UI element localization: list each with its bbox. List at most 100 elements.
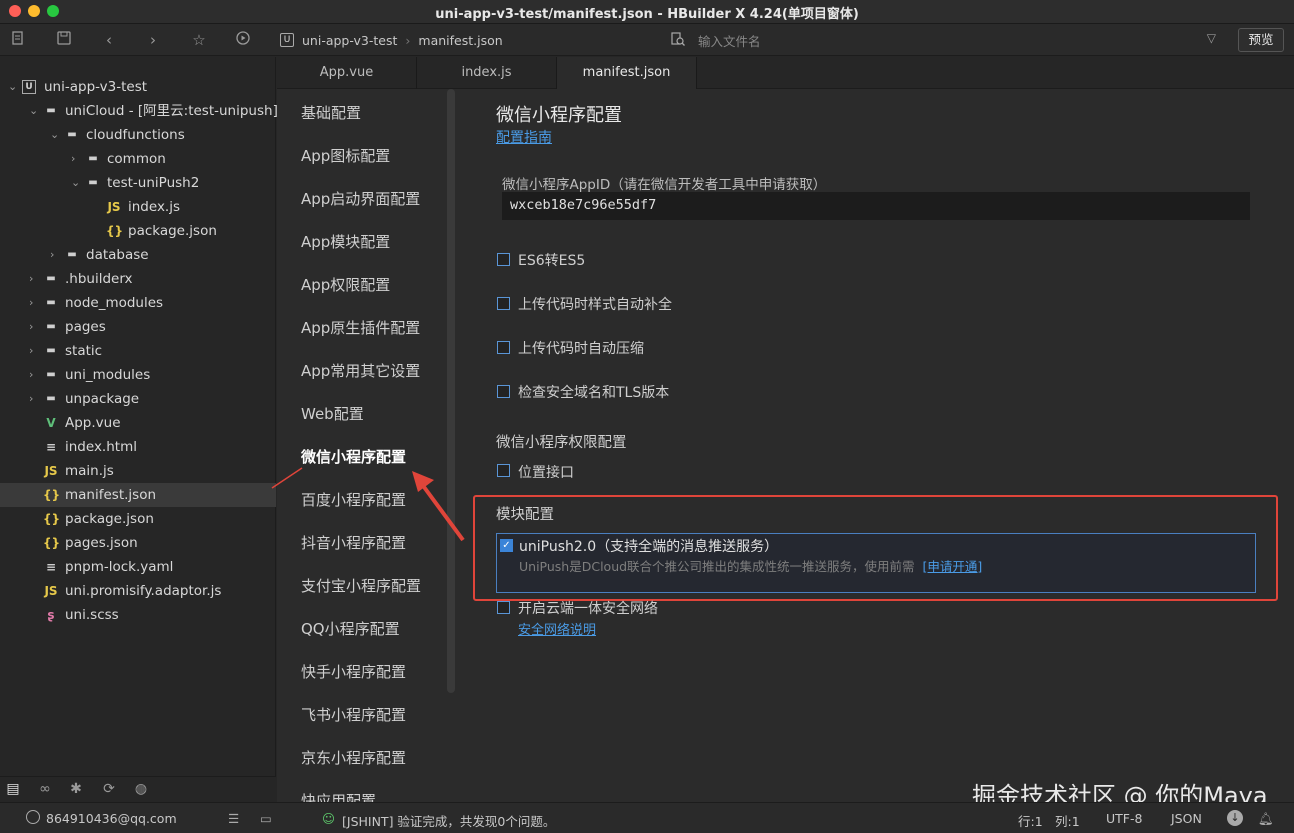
nav-item[interactable]: App常用其它设置: [301, 360, 420, 381]
chevron-right-icon[interactable]: ›: [50, 243, 60, 267]
check-domain-tls-checkbox[interactable]: [497, 385, 510, 398]
chevron-down-icon[interactable]: ⌄: [50, 123, 60, 147]
unipush-option[interactable]: ✓ uniPush2.0（支持全端的消息推送服务） UniPush是DCloud…: [496, 533, 1256, 593]
folder-icon: ▬: [46, 105, 56, 116]
tree-item[interactable]: {} manifest.json: [0, 483, 276, 507]
bug-icon[interactable]: ✱: [67, 780, 85, 798]
tree-item[interactable]: › ▬ database: [0, 243, 276, 267]
chevron-right-icon[interactable]: ›: [71, 147, 81, 171]
tree-item[interactable]: JS main.js: [0, 459, 276, 483]
tree-item[interactable]: {} package.json: [0, 507, 276, 531]
nav-item[interactable]: 基础配置: [301, 102, 361, 123]
secure-network-checkbox[interactable]: [497, 601, 510, 614]
es6-to-es5-checkbox[interactable]: [497, 253, 510, 266]
forward-icon[interactable]: ›: [143, 30, 163, 50]
tree-item[interactable]: ⌄ ▬ cloudfunctions: [0, 123, 276, 147]
preview-button[interactable]: 预览: [1238, 28, 1284, 52]
tree-item[interactable]: ≡ pnpm-lock.yaml: [0, 555, 276, 579]
back-icon[interactable]: ‹: [99, 30, 119, 50]
cursor-column[interactable]: 列:1: [1055, 811, 1080, 830]
tab-app-vue[interactable]: App.vue: [277, 57, 417, 89]
unipush-apply-link[interactable]: [申请开通]: [923, 559, 983, 574]
run-icon[interactable]: [233, 30, 253, 50]
chevron-right-icon[interactable]: ›: [29, 291, 39, 315]
tree-item[interactable]: › ▬ static: [0, 339, 276, 363]
tree-item-label: static: [65, 343, 103, 359]
encoding[interactable]: UTF-8: [1106, 811, 1142, 826]
tree-item[interactable]: ⌄ ▬ uniCloud - [阿里云:test-unipush]: [0, 99, 278, 123]
tree-item[interactable]: {} pages.json: [0, 531, 276, 555]
nav-item[interactable]: 京东小程序配置: [301, 747, 406, 768]
tree-item[interactable]: › ▬ unpackage: [0, 387, 276, 411]
breadcrumb-project[interactable]: uni-app-v3-test: [302, 33, 397, 48]
nav-item[interactable]: 快手小程序配置: [301, 661, 406, 682]
chevron-right-icon[interactable]: ›: [29, 339, 39, 363]
tree-item[interactable]: › ▬ uni_modules: [0, 363, 276, 387]
nav-item[interactable]: App启动界面配置: [301, 188, 420, 209]
notification-bell-icon[interactable]: 🔔︎: [1258, 811, 1274, 827]
nav-item[interactable]: QQ小程序配置: [301, 618, 400, 639]
unipush-description-text: UniPush是DCloud联合个推公司推出的集成性统一推送服务，使用前需: [519, 559, 915, 574]
nav-scrollbar[interactable]: [447, 89, 455, 693]
account-email[interactable]: 864910436@qq.com: [46, 811, 177, 826]
tree-item[interactable]: ⌄ ▬ test-uniPush2: [0, 171, 276, 195]
secure-network-link[interactable]: 安全网络说明: [518, 619, 596, 638]
nav-item[interactable]: App图标配置: [301, 145, 390, 166]
tree-item[interactable]: › ▬ .hbuilderx: [0, 267, 276, 291]
nav-item[interactable]: Web配置: [301, 403, 364, 424]
auto-minify-checkbox[interactable]: [497, 341, 510, 354]
nav-item[interactable]: App模块配置: [301, 231, 390, 252]
nav-item[interactable]: 支付宝小程序配置: [301, 575, 421, 596]
tree-item[interactable]: V App.vue: [0, 411, 276, 435]
nav-item[interactable]: App权限配置: [301, 274, 390, 295]
chevron-down-icon[interactable]: ⌄: [29, 99, 39, 123]
location-permission-checkbox[interactable]: [497, 464, 510, 477]
style-autocomplete-label: 上传代码时样式自动补全: [518, 297, 672, 313]
unipush-checkbox[interactable]: ✓: [500, 539, 513, 552]
download-icon[interactable]: ↓: [1227, 810, 1243, 826]
yaml-file-icon: ≡: [45, 560, 57, 574]
language-mode[interactable]: JSON: [1171, 811, 1202, 826]
tree-item[interactable]: ⌄ Uuni-app-v3-test: [0, 75, 276, 99]
nav-item[interactable]: App原生插件配置: [301, 317, 420, 338]
chevron-right-icon[interactable]: ›: [29, 363, 39, 387]
tree-item[interactable]: JS index.js: [0, 195, 276, 219]
chevron-right-icon[interactable]: ›: [29, 315, 39, 339]
config-guide-link[interactable]: 配置指南: [496, 127, 552, 147]
star-icon[interactable]: ☆: [189, 30, 209, 50]
style-autocomplete-checkbox[interactable]: [497, 297, 510, 310]
globe-icon[interactable]: ◍: [132, 780, 150, 798]
tree-item[interactable]: JS uni.promisify.adaptor.js: [0, 579, 276, 603]
filter-icon[interactable]: ▽: [1207, 31, 1216, 45]
chevron-right-icon[interactable]: ›: [29, 267, 39, 291]
chevron-down-icon[interactable]: ⌄: [71, 171, 81, 195]
file-search-input[interactable]: 输入文件名 ▽: [662, 28, 1228, 52]
chevron-right-icon[interactable]: ›: [29, 387, 39, 411]
tree-item[interactable]: ʂ uni.scss: [0, 603, 276, 627]
nav-item[interactable]: 飞书小程序配置: [301, 704, 406, 725]
nav-item[interactable]: 抖音小程序配置: [301, 532, 406, 553]
tree-item[interactable]: › ▬ node_modules: [0, 291, 276, 315]
breadcrumb-file[interactable]: manifest.json: [418, 33, 502, 48]
nav-item[interactable]: 百度小程序配置: [301, 489, 406, 510]
cursor-line[interactable]: 行:1: [1018, 811, 1043, 830]
explorer-icon[interactable]: ▤: [4, 780, 22, 798]
appid-input[interactable]: wxceb18e7c96e55df7: [502, 192, 1250, 220]
tab-index-js[interactable]: index.js: [417, 57, 557, 89]
chevron-down-icon[interactable]: ⌄: [8, 75, 18, 99]
binoculars-icon[interactable]: ∞: [36, 780, 54, 798]
tree-item[interactable]: › ▬ pages: [0, 315, 276, 339]
terminal-icon[interactable]: ▭: [260, 811, 272, 826]
tab-manifest-json[interactable]: manifest.json: [557, 57, 697, 89]
folder-icon: ▬: [46, 393, 56, 404]
nav-item[interactable]: 微信小程序配置: [301, 446, 406, 467]
tree-item[interactable]: ≡ index.html: [0, 435, 276, 459]
git-icon[interactable]: ⟳: [100, 780, 118, 798]
list-icon[interactable]: ☰: [228, 811, 239, 826]
manifest-config-nav: 基础配置 App图标配置 App启动界面配置 App模块配置 App权限配置 App原生插…: [277, 89, 457, 810]
account-icon[interactable]: [26, 810, 40, 824]
save-icon[interactable]: [54, 30, 74, 50]
tree-item[interactable]: › ▬ common: [0, 147, 276, 171]
tree-item[interactable]: {} package.json: [0, 219, 276, 243]
new-file-icon[interactable]: [8, 30, 28, 50]
